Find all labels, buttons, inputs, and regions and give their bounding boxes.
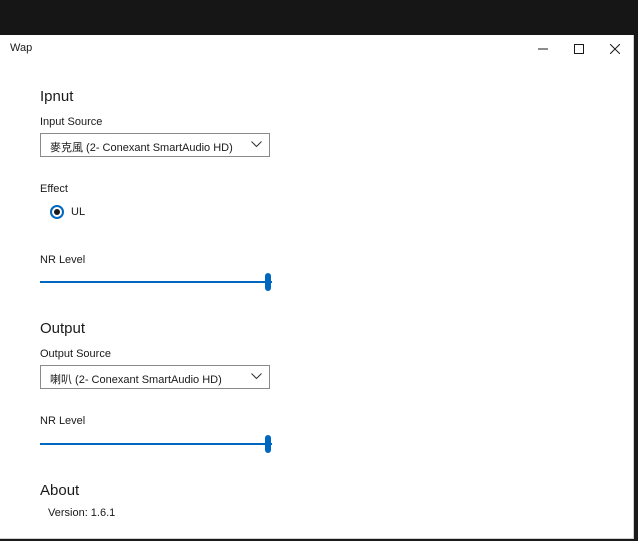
minimize-button[interactable] <box>525 35 561 63</box>
chevron-down-icon <box>251 141 262 148</box>
chevron-down-icon <box>251 373 262 380</box>
effect-radio-ul[interactable]: UL <box>50 204 85 220</box>
slider-thumb[interactable] <box>265 273 271 291</box>
version-text: Version: 1.6.1 <box>48 507 116 519</box>
output-source-value: 喇叭 (2- Conexant SmartAudio HD) <box>50 374 222 386</box>
output-section-title: Output <box>40 320 86 337</box>
about-section-title: About <box>40 482 80 499</box>
input-source-dropdown[interactable]: 麥克風 (2- Conexant SmartAudio HD) <box>40 133 270 157</box>
app-window: Wap Ipnut Input Source 麥克風 (2- Conexant … <box>0 35 634 539</box>
input-nr-slider[interactable] <box>40 272 272 292</box>
window-title: Wap <box>10 42 33 54</box>
title-bar: Wap <box>0 35 633 63</box>
maximize-button[interactable] <box>561 35 597 63</box>
output-source-dropdown[interactable]: 喇叭 (2- Conexant SmartAudio HD) <box>40 365 270 389</box>
output-nr-slider[interactable] <box>40 434 272 454</box>
effect-option-label: UL <box>71 206 86 218</box>
close-icon <box>610 44 620 54</box>
minimize-icon <box>538 48 548 50</box>
effect-label: Effect <box>40 183 68 195</box>
slider-thumb[interactable] <box>265 435 271 453</box>
radio-button[interactable] <box>50 205 64 219</box>
desktop-top-strip <box>0 0 638 35</box>
output-nr-label: NR Level <box>40 415 86 427</box>
input-section-title: Ipnut <box>40 88 74 105</box>
slider-fill <box>40 281 272 283</box>
output-source-label: Output Source <box>40 348 111 360</box>
input-nr-label: NR Level <box>40 254 86 266</box>
maximize-icon <box>574 44 584 54</box>
input-source-value: 麥克風 (2- Conexant SmartAudio HD) <box>50 142 233 154</box>
input-source-label: Input Source <box>40 116 103 128</box>
close-button[interactable] <box>597 35 633 63</box>
radio-selected-dot <box>54 209 60 215</box>
slider-fill <box>40 443 272 445</box>
